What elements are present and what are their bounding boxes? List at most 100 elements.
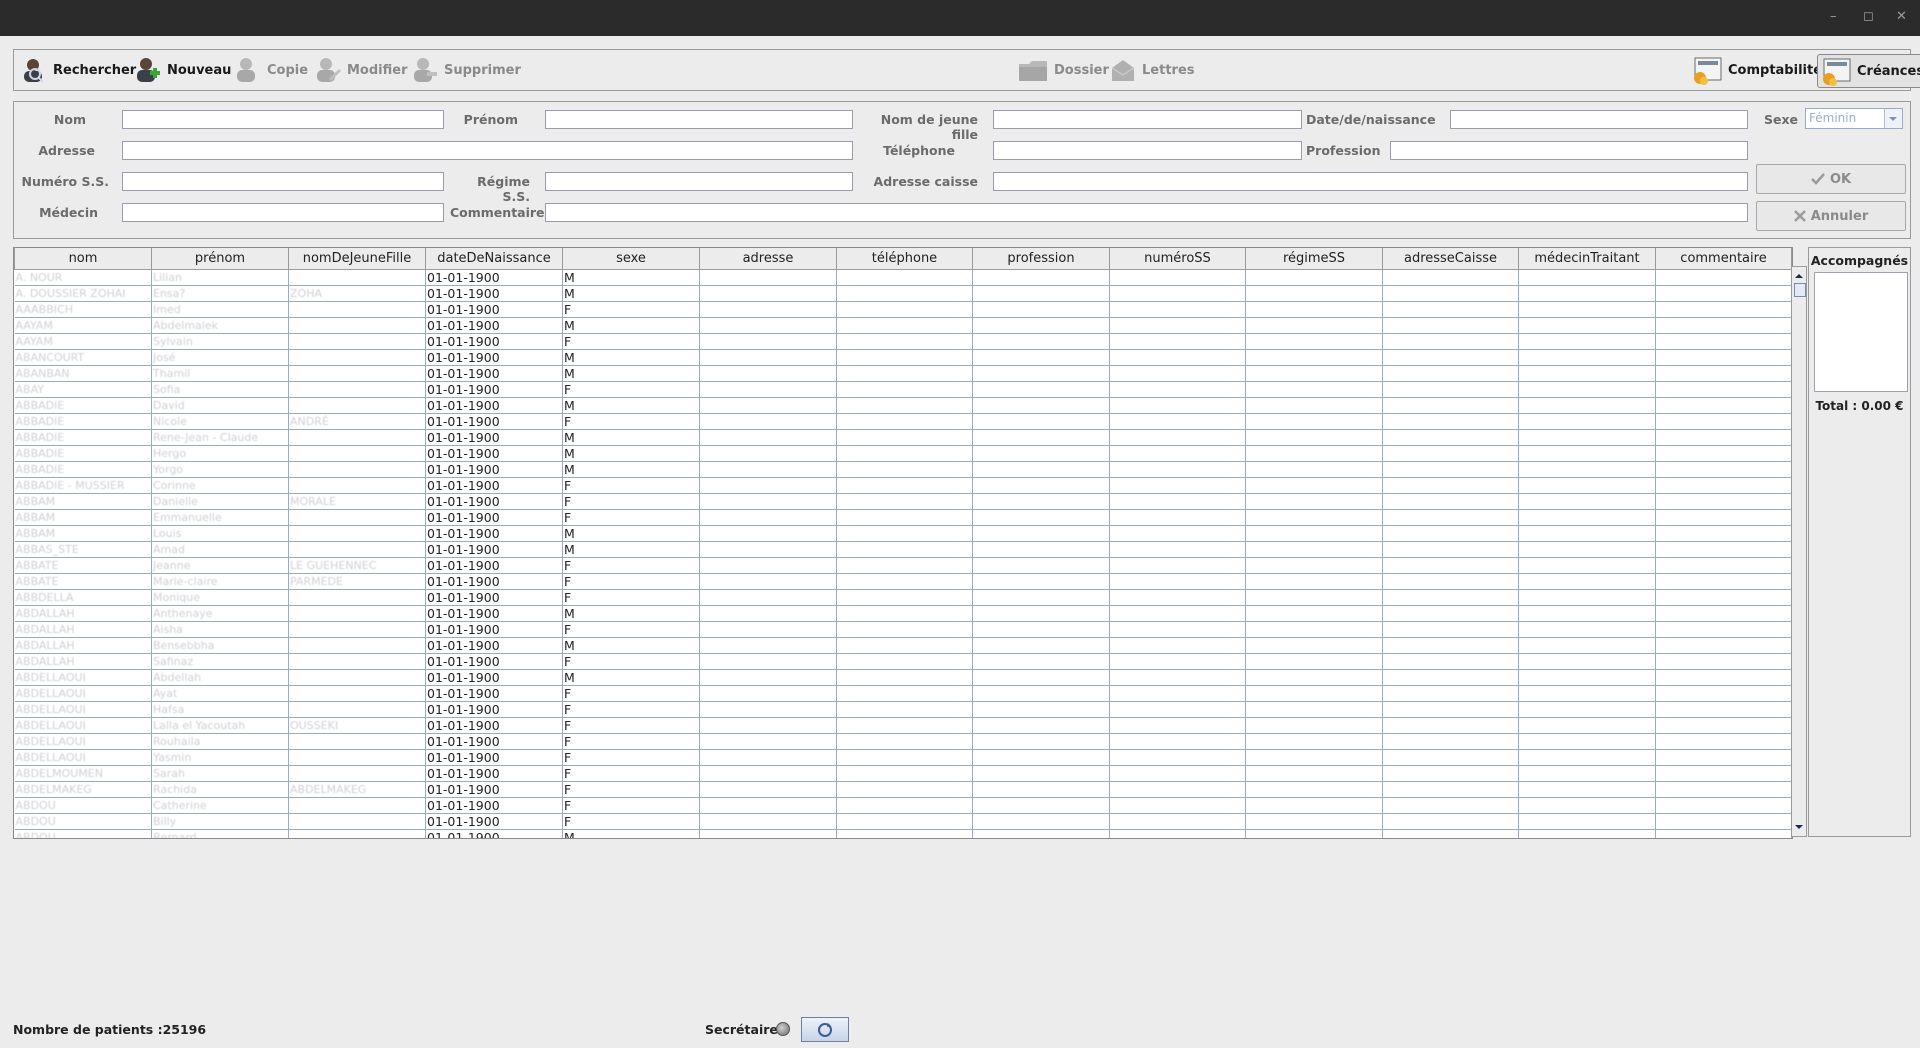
adresse-field[interactable] bbox=[122, 141, 853, 160]
table-cell: 01-01-1900 bbox=[425, 573, 563, 590]
table-row[interactable]: ABDELMOUMEN Sarah 01-01-1900 F bbox=[14, 765, 1792, 782]
table-row[interactable]: ABBADIE Hergo 01-01-1900 M bbox=[14, 445, 1792, 462]
table-row[interactable]: ABBADIE Yorgo 01-01-1900 M bbox=[14, 461, 1792, 478]
table-cell bbox=[1518, 429, 1656, 446]
refresh-button[interactable] bbox=[801, 1017, 849, 1042]
table-row[interactable]: AAYAM Abdelmalek 01-01-1900 M bbox=[14, 317, 1792, 334]
creances-button[interactable]: Créances bbox=[1817, 54, 1920, 88]
table-row[interactable]: ABBAM Emmanuelle 01-01-1900 F bbox=[14, 509, 1792, 526]
table-row[interactable]: ABANCOURT José 01-01-1900 M bbox=[14, 349, 1792, 366]
column-header[interactable]: commentaire bbox=[1655, 248, 1792, 270]
medecin-field[interactable] bbox=[122, 203, 444, 222]
table-row[interactable]: ABBADIE David 01-01-1900 M bbox=[14, 397, 1792, 414]
comptabilite-button[interactable]: Comptabilité bbox=[1691, 54, 1822, 86]
table-row[interactable]: ABDELLAOUI Ayat 01-01-1900 F bbox=[14, 685, 1792, 702]
dossier-button[interactable]: Dossier bbox=[1017, 54, 1109, 86]
table-cell: Amad bbox=[151, 541, 289, 558]
table-row[interactable]: ABDOU Bernard 01-01-1900 M bbox=[14, 829, 1792, 838]
column-header[interactable]: téléphone bbox=[836, 248, 973, 270]
date-naissance-field[interactable] bbox=[1450, 110, 1748, 129]
table-cell bbox=[836, 397, 973, 414]
commentaire-field[interactable] bbox=[545, 203, 1748, 222]
adresse-caisse-field[interactable] bbox=[993, 172, 1748, 191]
table-row[interactable]: ABBADIE - MUSSIER Corinne 01-01-1900 F bbox=[14, 477, 1792, 494]
copie-button[interactable]: Copie bbox=[234, 54, 308, 86]
scrollbar-thumb[interactable] bbox=[1794, 283, 1806, 297]
table-row[interactable]: AAYAM Sylvain 01-01-1900 F bbox=[14, 333, 1792, 350]
table-row[interactable]: ABBADIE Rene-Jean - Claude 01-01-1900 M bbox=[14, 429, 1792, 446]
rechercher-button[interactable]: Rechercher bbox=[20, 54, 136, 86]
table-cell bbox=[836, 589, 973, 606]
table-row[interactable]: AAABBICH Imed 01-01-1900 F bbox=[14, 301, 1792, 318]
column-header[interactable]: prénom bbox=[151, 248, 289, 270]
table-row[interactable]: ABBAS_STE Amad 01-01-1900 M bbox=[14, 541, 1792, 558]
sexe-select[interactable]: Féminin bbox=[1805, 108, 1903, 129]
annuler-button[interactable]: Annuler bbox=[1756, 201, 1906, 231]
column-header[interactable]: régimeSS bbox=[1245, 248, 1383, 270]
table-row[interactable]: A. DOUSSIER ZOHAI Ensa? ZOHA 01-01-1900 M bbox=[14, 285, 1792, 302]
table-row[interactable]: A. NOUR Lilian 01-01-1900 M bbox=[14, 269, 1792, 286]
minimize-icon[interactable]: – bbox=[1830, 9, 1837, 24]
table-cell bbox=[699, 749, 837, 766]
lettres-button[interactable]: Lettres bbox=[1109, 54, 1195, 86]
table-row[interactable]: ABDELLAOUI Rouhaila 01-01-1900 F bbox=[14, 733, 1792, 750]
table-cell bbox=[1655, 685, 1792, 702]
regime-ss-field[interactable] bbox=[545, 172, 853, 191]
table-row[interactable]: ABDOU Catherine 01-01-1900 F bbox=[14, 797, 1792, 814]
table-cell: Yasmin bbox=[151, 749, 289, 766]
table-cell bbox=[699, 365, 837, 382]
table-row[interactable]: ABDALLAH Anthenaye 01-01-1900 M bbox=[14, 605, 1792, 622]
table-cell bbox=[972, 557, 1110, 574]
patients-table[interactable]: nom prénom nomDeJeuneFille dateDeNaissance s… bbox=[13, 247, 1793, 839]
prenom-field[interactable] bbox=[545, 110, 853, 129]
table-cell bbox=[1245, 749, 1383, 766]
column-header[interactable]: dateDeNaissance bbox=[425, 248, 563, 270]
column-header[interactable]: nomDeJeuneFille bbox=[288, 248, 426, 270]
table-row[interactable]: ABBAM Danielle MORALE 01-01-1900 F bbox=[14, 493, 1792, 510]
close-icon[interactable]: ✕ bbox=[1896, 9, 1907, 24]
table-row[interactable]: ABDALLAH Aisha 01-01-1900 F bbox=[14, 621, 1792, 638]
telephone-field[interactable] bbox=[993, 141, 1302, 160]
column-header[interactable]: adresseCaisse bbox=[1382, 248, 1519, 270]
column-header[interactable]: numéroSS bbox=[1109, 248, 1246, 270]
accompagnes-list[interactable] bbox=[1814, 272, 1908, 392]
table-row[interactable]: ABDALLAH Safinaz 01-01-1900 F bbox=[14, 653, 1792, 670]
numero-ss-field[interactable] bbox=[122, 172, 444, 191]
table-row[interactable]: ABDELLAOUI Abdellah 01-01-1900 M bbox=[14, 669, 1792, 686]
column-header[interactable]: adresse bbox=[699, 248, 837, 270]
scroll-up-icon[interactable] bbox=[1792, 271, 1806, 281]
maximize-icon[interactable]: ◻ bbox=[1863, 9, 1874, 24]
table-row[interactable]: ABBDELLA Monique 01-01-1900 F bbox=[14, 589, 1792, 606]
column-header[interactable]: sexe bbox=[562, 248, 700, 270]
table-cell bbox=[1109, 813, 1246, 830]
table-row[interactable]: ABANBAN Thamil 01-01-1900 M bbox=[14, 365, 1792, 382]
table-row[interactable]: ABBADIE Nicole ANDRÉ 01-01-1900 F bbox=[14, 413, 1792, 430]
table-row[interactable]: ABBAM Louis 01-01-1900 M bbox=[14, 525, 1792, 542]
column-header[interactable]: médecinTraitant bbox=[1518, 248, 1656, 270]
table-cell bbox=[1518, 829, 1656, 838]
nouveau-button[interactable]: Nouveau bbox=[134, 54, 231, 86]
table-cell bbox=[699, 525, 837, 542]
column-header[interactable]: profession bbox=[972, 248, 1110, 270]
modifier-button[interactable]: Modifier bbox=[314, 54, 408, 86]
table-row[interactable]: ABDOU Billy 01-01-1900 F bbox=[14, 813, 1792, 830]
table-row[interactable]: ABDELLAOUI Yasmin 01-01-1900 F bbox=[14, 749, 1792, 766]
table-row[interactable]: ABDALLAH Bensebbha 01-01-1900 M bbox=[14, 637, 1792, 654]
profession-field[interactable] bbox=[1390, 141, 1748, 160]
table-cell bbox=[1655, 381, 1792, 398]
table-row[interactable]: ABDELLAOUI Lalla el Yacoutah OUSSEKI 01-01-… bbox=[14, 717, 1792, 734]
table-row[interactable]: ABBATE Jeanne LE GUEHENNEC 01-01-1900 F bbox=[14, 557, 1792, 574]
chevron-down-icon[interactable] bbox=[1884, 109, 1902, 128]
supprimer-button[interactable]: Supprimer bbox=[411, 54, 521, 86]
table-row[interactable]: ABDELLAOUI Hafsa 01-01-1900 F bbox=[14, 701, 1792, 718]
nom-jeune-fille-field[interactable] bbox=[993, 110, 1302, 129]
column-header[interactable]: nom bbox=[14, 248, 152, 270]
nom-field[interactable] bbox=[122, 110, 444, 129]
table-cell: F bbox=[562, 701, 700, 718]
scroll-down-icon[interactable] bbox=[1792, 822, 1806, 832]
table-row[interactable]: ABAY Sofia 01-01-1900 F bbox=[14, 381, 1792, 398]
table-row[interactable]: ABDELMAKEG Rachida ABDELMAKEG 01-01-1900 F bbox=[14, 781, 1792, 798]
table-row[interactable]: ABBATE Marie-claire PARMEDE 01-01-1900 F bbox=[14, 573, 1792, 590]
table-scrollbar[interactable] bbox=[1791, 266, 1807, 837]
ok-button[interactable]: OK bbox=[1756, 164, 1906, 194]
